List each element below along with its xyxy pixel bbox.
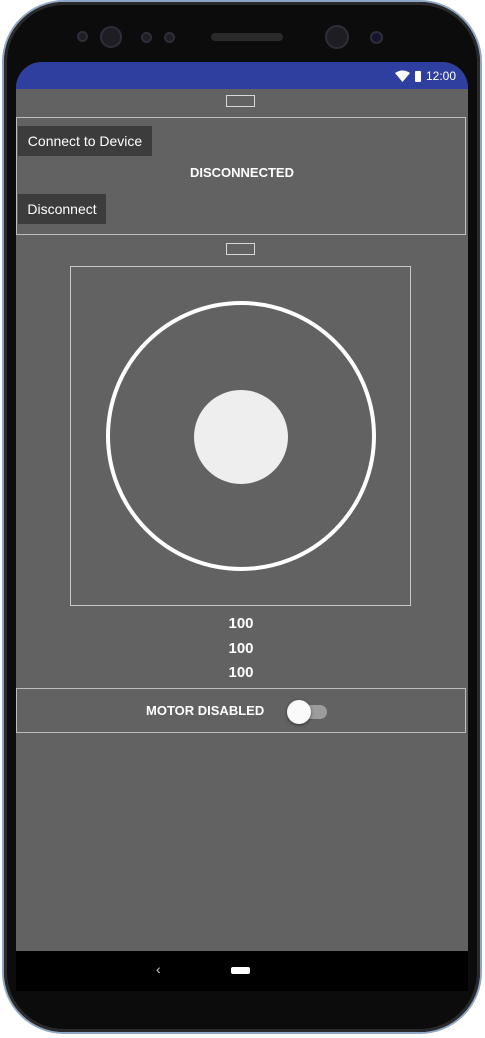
sensor-icon [164,32,175,43]
readout-value-2: 100 [228,640,254,657]
readout-value-3: 100 [228,664,254,681]
back-icon[interactable]: ‹ [156,961,161,977]
readout-value-1: 100 [228,615,254,632]
app-screen: 12:00 Connect to Device DISCONNECTED Dis… [16,62,468,991]
placeholder-box-middle [226,243,255,255]
motor-toggle-switch[interactable] [287,700,327,724]
status-icons: 12:00 [394,68,456,84]
iris-scanner-icon [325,25,349,49]
sensor-icon [77,31,88,42]
front-camera-icon [100,26,122,48]
status-time: 12:00 [425,69,456,83]
motor-status-label: MOTOR DISABLED [146,703,265,718]
joystick-canvas[interactable] [71,267,410,605]
motor-panel: MOTOR DISABLED [16,688,466,733]
earpiece-speaker [211,33,283,41]
battery-icon [414,70,421,82]
toggle-thumb[interactable] [287,700,311,724]
joystick-area[interactable] [70,266,411,606]
status-bar: 12:00 [16,62,468,89]
connection-panel: Connect to Device DISCONNECTED Disconnec… [16,117,466,235]
navigation-bar: ‹ [16,951,468,991]
connect-to-device-button[interactable]: Connect to Device [18,126,152,156]
wifi-icon [394,70,410,82]
placeholder-box-top [226,95,255,107]
connection-status-label: DISCONNECTED [189,165,294,180]
disconnect-button[interactable]: Disconnect [18,194,106,224]
joystick-knob[interactable] [194,390,288,484]
sensor-icon [141,32,152,43]
proximity-sensor-icon [370,31,383,44]
home-icon[interactable] [231,967,250,974]
